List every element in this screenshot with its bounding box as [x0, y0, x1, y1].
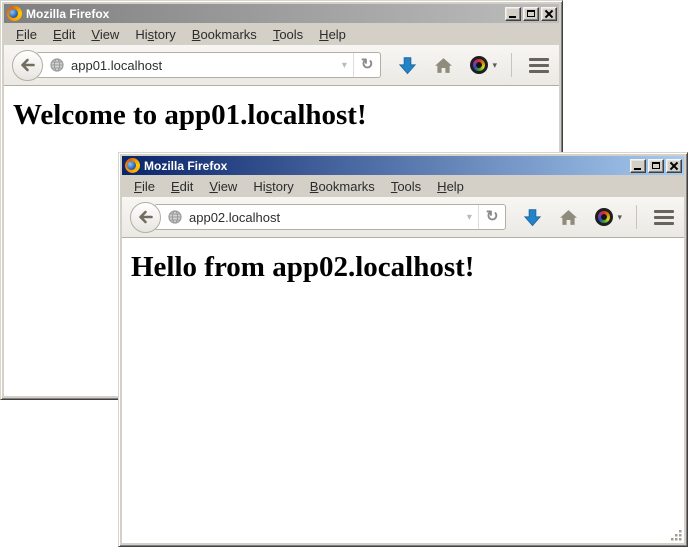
firefox-globe-icon: [9, 9, 18, 18]
menu-file[interactable]: File: [8, 25, 45, 44]
download-arrow-icon: [523, 208, 542, 227]
maximize-icon: [652, 162, 660, 169]
url-bar[interactable]: app01.localhost ▾ ↻: [36, 52, 381, 78]
toolbar-separator: [636, 205, 637, 229]
page-content: Hello from app02.localhost!: [122, 238, 684, 543]
url-text[interactable]: app02.localhost: [189, 210, 461, 225]
maximize-button[interactable]: [523, 7, 539, 21]
extension-button[interactable]: ▾: [595, 208, 622, 226]
menu-view[interactable]: View: [83, 25, 127, 44]
toolbar-separator: [511, 53, 512, 77]
menu-edit[interactable]: Edit: [45, 25, 83, 44]
titlebar[interactable]: Mozilla Firefox: [122, 156, 684, 175]
page-heading: Hello from app02.localhost!: [131, 251, 684, 284]
app-menu-button[interactable]: [654, 210, 674, 225]
site-identity-globe-icon[interactable]: [167, 209, 183, 225]
url-history-dropdown-icon[interactable]: ▾: [461, 212, 478, 223]
close-icon: [542, 8, 556, 20]
firefox-icon: [7, 6, 22, 21]
download-arrow-icon: [398, 56, 417, 75]
close-button[interactable]: [541, 7, 557, 21]
window-title: Mozilla Firefox: [144, 159, 227, 173]
navigation-toolbar: app02.localhost ▾ ↻ ▾: [122, 197, 684, 238]
download-button[interactable]: [523, 208, 542, 227]
menu-tools[interactable]: Tools: [383, 177, 429, 196]
minimize-button[interactable]: [505, 7, 521, 21]
home-icon: [559, 209, 578, 226]
url-bar[interactable]: app02.localhost ▾ ↻: [154, 204, 506, 230]
extension-dropdown-caret-icon: ▾: [617, 212, 622, 223]
menu-help[interactable]: Help: [429, 177, 472, 196]
home-icon: [434, 57, 453, 74]
reload-icon[interactable]: ↻: [478, 205, 506, 229]
menu-tools[interactable]: Tools: [265, 25, 311, 44]
url-text[interactable]: app01.localhost: [71, 58, 336, 73]
home-button[interactable]: [434, 57, 453, 74]
menu-history[interactable]: History: [245, 177, 301, 196]
site-identity-globe-icon[interactable]: [49, 57, 65, 73]
menu-help[interactable]: Help: [311, 25, 354, 44]
window-controls: [503, 7, 557, 21]
menu-edit[interactable]: Edit: [163, 177, 201, 196]
close-button[interactable]: [666, 159, 682, 173]
menu-bookmarks[interactable]: Bookmarks: [302, 177, 383, 196]
hamburger-icon: [529, 58, 549, 73]
back-button[interactable]: [130, 202, 161, 233]
menu-file[interactable]: File: [126, 177, 163, 196]
close-icon: [667, 160, 681, 172]
firefox-globe-icon: [127, 161, 136, 170]
menu-view[interactable]: View: [201, 177, 245, 196]
url-history-dropdown-icon[interactable]: ▾: [336, 60, 353, 71]
titlebar[interactable]: Mozilla Firefox: [4, 4, 559, 23]
maximize-icon: [527, 10, 535, 17]
menu-bar: File Edit View History Bookmarks Tools H…: [4, 23, 559, 45]
firefox-icon: [125, 158, 140, 173]
extension-dropdown-caret-icon: ▾: [492, 60, 497, 71]
download-button[interactable]: [398, 56, 417, 75]
menu-bookmarks[interactable]: Bookmarks: [184, 25, 265, 44]
menu-history[interactable]: History: [127, 25, 183, 44]
page-heading: Welcome to app01.localhost!: [13, 99, 559, 132]
minimize-icon: [634, 168, 641, 170]
menu-bar: File Edit View History Bookmarks Tools H…: [122, 175, 684, 197]
extension-color-wheel-icon: [470, 56, 488, 74]
back-arrow-icon: [138, 209, 154, 225]
browser-window-app02: Mozilla Firefox File Edit View History B…: [118, 152, 688, 547]
minimize-button[interactable]: [630, 159, 646, 173]
hamburger-icon: [654, 210, 674, 225]
app-menu-button[interactable]: [529, 58, 549, 73]
home-button[interactable]: [559, 209, 578, 226]
minimize-icon: [509, 16, 516, 18]
navigation-toolbar: app01.localhost ▾ ↻ ▾: [4, 45, 559, 86]
window-controls: [628, 159, 682, 173]
resize-grip[interactable]: [669, 528, 683, 542]
extension-button[interactable]: ▾: [470, 56, 497, 74]
window-title: Mozilla Firefox: [26, 7, 109, 21]
maximize-button[interactable]: [648, 159, 664, 173]
reload-icon[interactable]: ↻: [353, 53, 381, 77]
extension-color-wheel-icon: [595, 208, 613, 226]
back-arrow-icon: [20, 57, 36, 73]
back-button[interactable]: [12, 50, 43, 81]
